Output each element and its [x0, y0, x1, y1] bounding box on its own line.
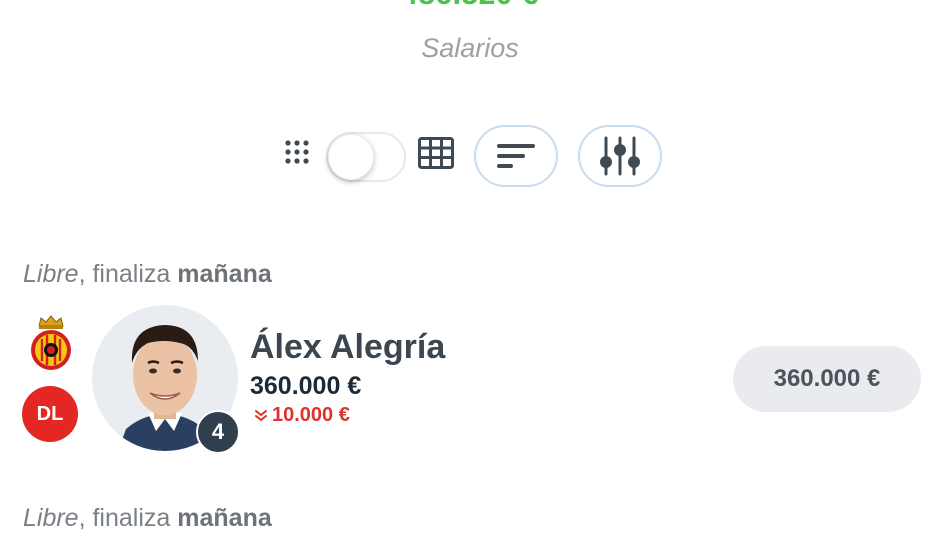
status-when: mañana — [177, 260, 272, 288]
listing-status: Libre, finaliza mañana — [23, 260, 272, 289]
status-free: Libre — [23, 260, 79, 288]
value-change: 10.000 € — [254, 404, 350, 427]
status-when: mañana — [177, 504, 272, 532]
position-badge: DL — [22, 386, 78, 442]
points-badge: 4 — [196, 410, 240, 454]
rcd-mallorca-crest-icon[interactable] — [27, 314, 75, 374]
player-value: 360.000 € — [250, 372, 362, 400]
double-chevron-down-icon — [255, 409, 267, 421]
price-button[interactable]: 360.000 € — [733, 346, 921, 412]
sort-icon — [497, 144, 535, 168]
status-text: , finaliza — [78, 504, 178, 532]
player-name[interactable]: Álex Alegría — [250, 328, 445, 367]
status-text: , finaliza — [78, 260, 178, 288]
filter-sliders-icon — [600, 136, 640, 176]
status-free: Libre — [23, 504, 79, 532]
salary-label: Salarios — [421, 33, 519, 63]
filter-button[interactable] — [578, 125, 662, 187]
value-change-amount: 10.000 € — [272, 404, 350, 426]
dots-grid-icon[interactable] — [285, 140, 309, 164]
sort-button[interactable] — [474, 125, 558, 187]
toggle-knob — [328, 134, 374, 180]
view-toggle[interactable] — [326, 132, 406, 182]
salary-total: 486.520 € — [0, 0, 940, 12]
table-icon[interactable] — [418, 137, 454, 169]
